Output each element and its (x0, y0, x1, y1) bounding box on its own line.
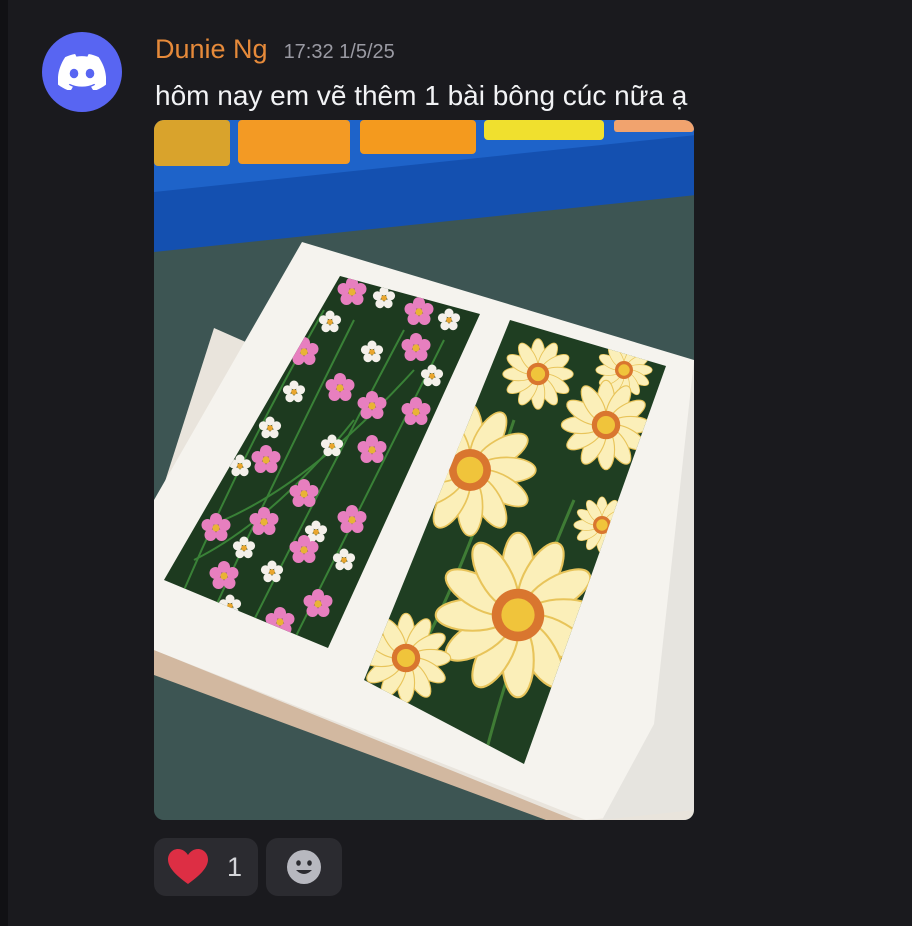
message-content: hôm nay em vẽ thêm 1 bài bông cúc nữa ạ (155, 80, 688, 111)
message-header: Dunie Ng 17:32 1/5/25 (155, 34, 395, 65)
reactions-bar: 1 (154, 838, 342, 896)
image-attachment[interactable] (154, 120, 694, 820)
chat-view: Dunie Ng 17:32 1/5/25 hôm nay em vẽ thêm… (0, 0, 912, 926)
reaction-heart[interactable]: 1 (154, 838, 258, 896)
discord-logo-icon (58, 54, 106, 90)
window-edge (0, 0, 8, 926)
avatar[interactable] (42, 32, 122, 112)
message-timestamp: 17:32 1/5/25 (283, 41, 395, 63)
add-reaction-icon (287, 850, 321, 884)
author-name[interactable]: Dunie Ng (155, 34, 268, 65)
heart-icon (168, 849, 208, 884)
reaction-count: 1 (227, 851, 243, 882)
flower-painting-image (154, 120, 694, 820)
add-reaction-button[interactable] (266, 838, 342, 896)
